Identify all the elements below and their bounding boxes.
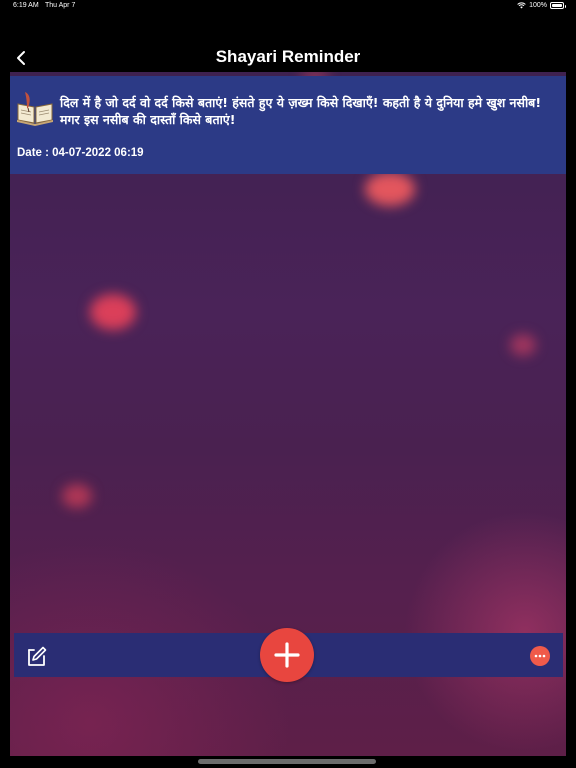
plus-icon — [274, 642, 300, 668]
status-time: 6:19 AM — [13, 2, 39, 9]
status-bar: 6:19 AM Thu Apr 7 100% — [0, 0, 576, 14]
page-title: Shayari Reminder — [215, 47, 361, 66]
bokeh-light — [62, 484, 92, 508]
battery-percent: 100% — [529, 2, 547, 9]
status-indicators: 100% — [517, 2, 566, 9]
app-screen: 6:19 AM Thu Apr 7 100% Shayari Reminder — [0, 0, 576, 768]
battery-icon — [550, 2, 566, 9]
shayari-card[interactable]: दिल में है जो दर्द वो दर्द किसे बताएं! ह… — [10, 76, 566, 174]
status-date: Thu Apr 7 — [45, 2, 76, 9]
bokeh-light — [510, 334, 536, 356]
edit-button[interactable] — [24, 643, 50, 669]
add-shayari-button[interactable] — [260, 628, 314, 682]
bottom-toolbar — [14, 628, 563, 682]
navigation-bar: Shayari Reminder — [0, 40, 576, 74]
more-options-button[interactable] — [530, 646, 550, 666]
shayari-text: दिल में है जो दर्द वो दर्द किसे बताएं! ह… — [60, 95, 542, 127]
wifi-icon — [517, 2, 526, 9]
bokeh-light — [90, 294, 136, 330]
shayari-date: Date : 04-07-2022 06:19 — [17, 147, 144, 159]
home-indicator[interactable] — [198, 759, 376, 764]
open-book-quill-icon — [17, 92, 53, 126]
edit-note-icon — [28, 646, 47, 666]
more-dots-icon — [534, 654, 546, 658]
bokeh-light — [365, 172, 415, 206]
